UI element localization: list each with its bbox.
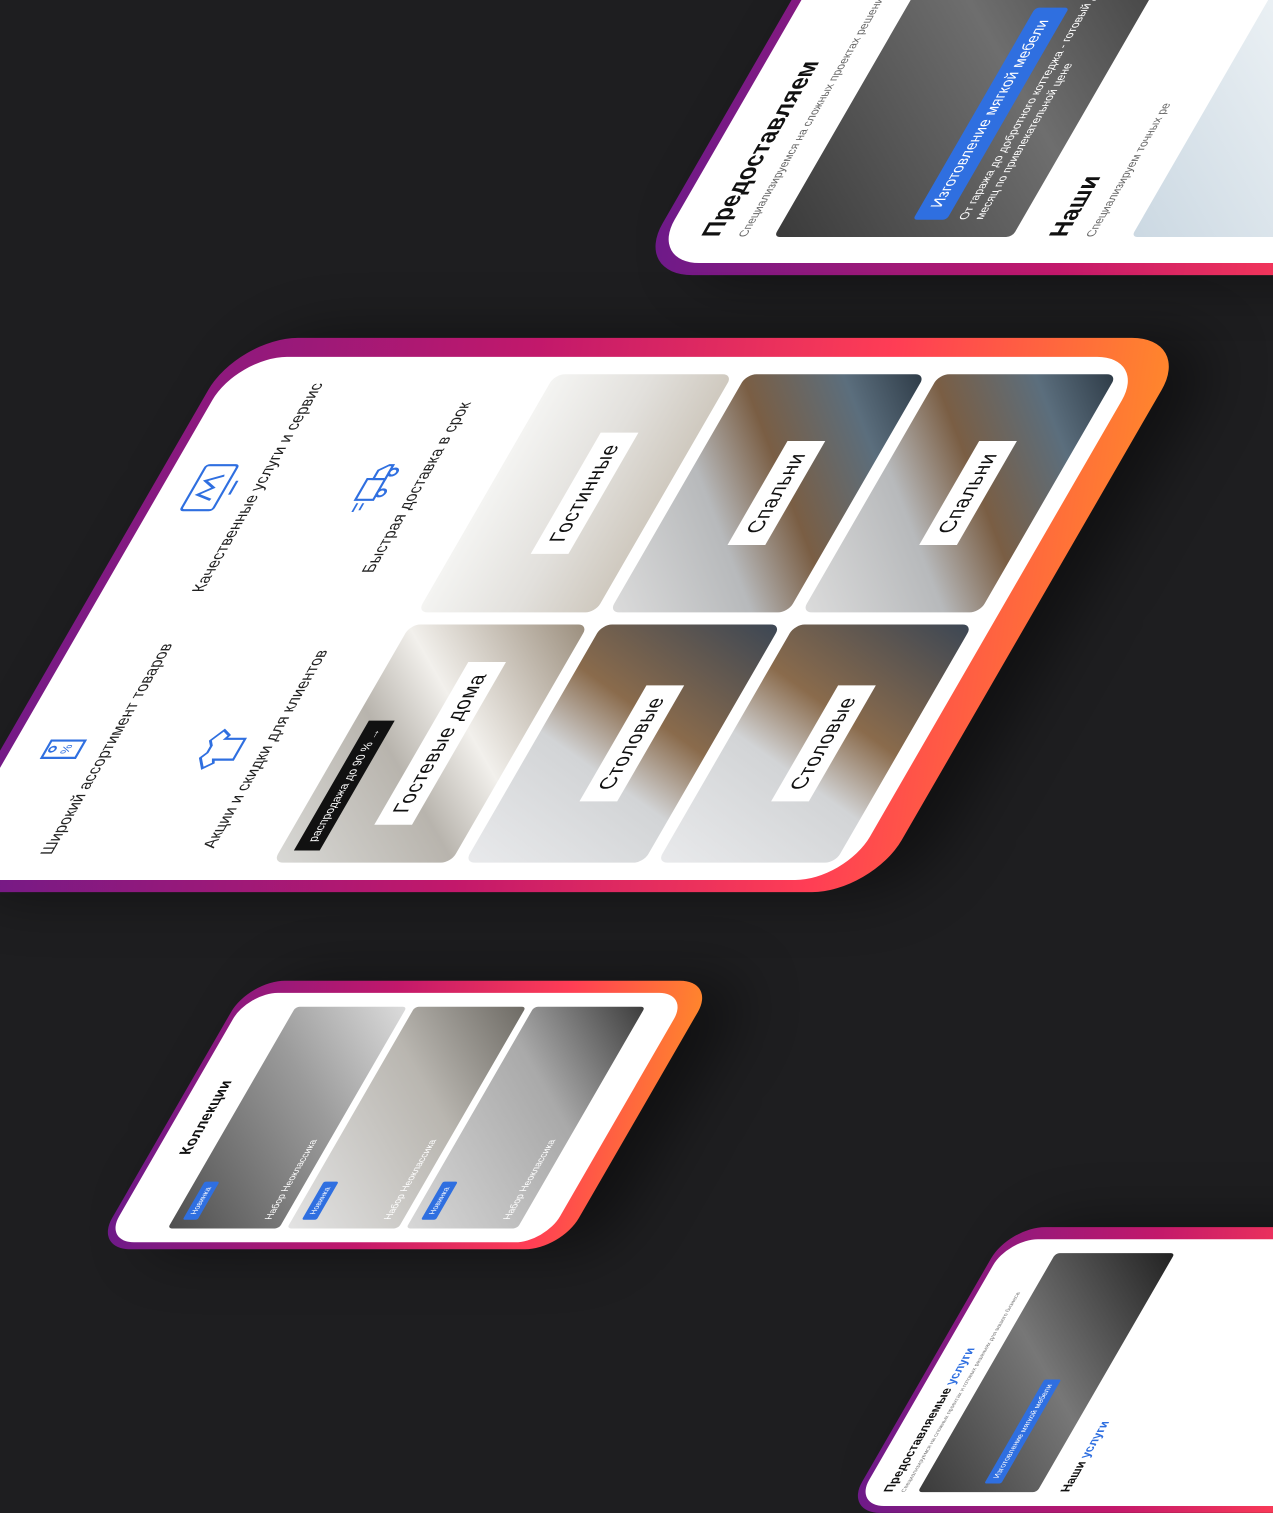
phone-bottom-right: Предоставляемые услуги Специализируемся … bbox=[844, 1227, 1273, 1513]
new-badge: Новинка bbox=[420, 1182, 458, 1220]
phone-main: Качественные услуги и сервис % Широкий а… bbox=[0, 337, 1192, 893]
phone-screen: Коллекции Новинка Набор Неоклассика Нови… bbox=[104, 992, 690, 1243]
phone-collections: Коллекции Новинка Набор Неоклассика Нови… bbox=[94, 980, 716, 1250]
phone-top: Предоставляем Специализируемся на сложны… bbox=[632, 0, 1273, 276]
phone-screen: Качественные услуги и сервис % Широкий а… bbox=[0, 356, 1147, 881]
soft-furniture-button[interactable]: Изготовление мягкой мебели bbox=[984, 1379, 1062, 1484]
category-label: Гостевые дома bbox=[373, 661, 506, 826]
collection-caption: Набор Неоклассика bbox=[501, 1139, 559, 1220]
new-badge: Новинка bbox=[301, 1182, 339, 1220]
category-label: Столовые bbox=[579, 685, 685, 802]
phone-screen: Предоставляемые услуги Специализируемся … bbox=[854, 1239, 1273, 1506]
category-label: Гостинные bbox=[530, 432, 639, 555]
category-label: Столовые bbox=[771, 685, 877, 802]
svg-text:%: % bbox=[57, 744, 76, 754]
category-label: Спальни bbox=[919, 441, 1018, 546]
category-label: Спальни bbox=[727, 441, 826, 546]
title-main: Наши bbox=[1056, 1461, 1090, 1493]
phone-screen: Предоставляем Специализируемся на сложны… bbox=[649, 0, 1273, 264]
new-badge: Новинка bbox=[182, 1182, 220, 1220]
